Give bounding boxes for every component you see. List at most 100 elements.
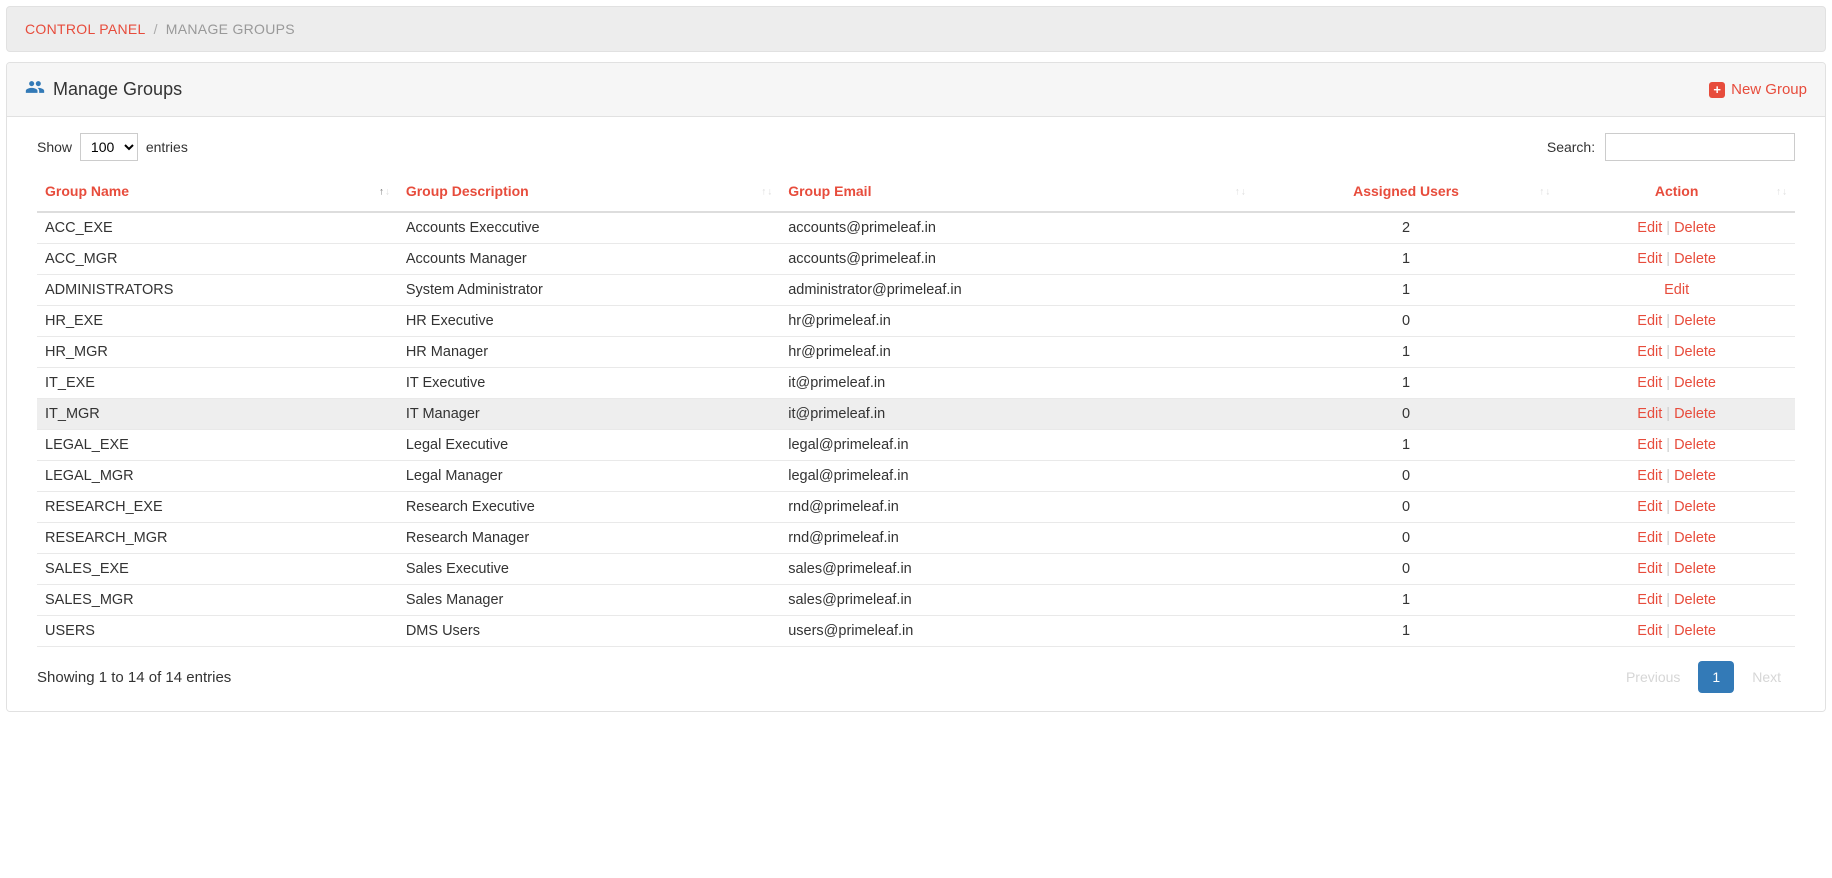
cell-group-name: ADMINISTRATORS xyxy=(37,275,398,306)
delete-link[interactable]: Delete xyxy=(1674,313,1716,329)
cell-group-description: Sales Manager xyxy=(398,585,780,616)
table-controls: Show 100 entries Search: xyxy=(37,133,1795,161)
cell-action: Edit|Delete xyxy=(1558,554,1795,585)
cell-group-email: it@primeleaf.in xyxy=(780,399,1254,430)
table-body: ACC_EXEAccounts Execcutiveaccounts@prime… xyxy=(37,212,1795,647)
search-control: Search: xyxy=(1547,133,1795,161)
cell-group-email: legal@primeleaf.in xyxy=(780,461,1254,492)
column-header[interactable]: Group Description ↑↓ xyxy=(398,173,780,212)
pagination: Previous 1 Next xyxy=(1612,661,1795,693)
edit-link[interactable]: Edit xyxy=(1637,375,1662,391)
edit-link[interactable]: Edit xyxy=(1637,313,1662,329)
panel-title: Manage Groups xyxy=(25,77,182,102)
cell-group-email: it@primeleaf.in xyxy=(780,368,1254,399)
manage-groups-panel: Manage Groups + New Group Show 100 entri… xyxy=(6,62,1826,712)
action-divider: | xyxy=(1666,406,1670,422)
pagination-page-1[interactable]: 1 xyxy=(1698,661,1734,693)
delete-link[interactable]: Delete xyxy=(1674,530,1716,546)
cell-group-email: rnd@primeleaf.in xyxy=(780,492,1254,523)
delete-link[interactable]: Delete xyxy=(1674,375,1716,391)
cell-group-description: Sales Executive xyxy=(398,554,780,585)
delete-link[interactable]: Delete xyxy=(1674,251,1716,267)
edit-link[interactable]: Edit xyxy=(1637,561,1662,577)
column-header[interactable]: Assigned Users↑↓ xyxy=(1254,173,1558,212)
sort-icon: ↑↓ xyxy=(1539,187,1550,198)
table-row: RESEARCH_MGRResearch Managerrnd@primelea… xyxy=(37,523,1795,554)
edit-link[interactable]: Edit xyxy=(1637,437,1662,453)
sort-icon: ↑↓ xyxy=(761,187,772,198)
action-divider: | xyxy=(1666,468,1670,484)
cell-group-name: ACC_MGR xyxy=(37,244,398,275)
cell-group-description: Legal Manager xyxy=(398,461,780,492)
delete-link[interactable]: Delete xyxy=(1674,623,1716,639)
search-label: Search: xyxy=(1547,139,1595,155)
column-header[interactable]: Group Email↑↓ xyxy=(780,173,1254,212)
delete-link[interactable]: Delete xyxy=(1674,344,1716,360)
cell-action: Edit xyxy=(1558,275,1795,306)
table-row: RESEARCH_EXEResearch Executivernd@primel… xyxy=(37,492,1795,523)
cell-action: Edit|Delete xyxy=(1558,212,1795,244)
breadcrumb: CONTROL PANEL / MANAGE GROUPS xyxy=(25,21,1807,37)
cell-group-description: HR Manager xyxy=(398,337,780,368)
pagination-previous[interactable]: Previous xyxy=(1612,661,1694,693)
table-row: HR_MGRHR Managerhr@primeleaf.in1Edit|Del… xyxy=(37,337,1795,368)
cell-assigned-users: 1 xyxy=(1254,275,1558,306)
cell-assigned-users: 1 xyxy=(1254,585,1558,616)
edit-link[interactable]: Edit xyxy=(1637,468,1662,484)
cell-group-description: Accounts Manager xyxy=(398,244,780,275)
action-divider: | xyxy=(1666,437,1670,453)
delete-link[interactable]: Delete xyxy=(1674,592,1716,608)
new-group-button[interactable]: + New Group xyxy=(1709,81,1807,98)
action-divider: | xyxy=(1666,561,1670,577)
cell-group-name: HR_EXE xyxy=(37,306,398,337)
cell-group-description: Accounts Execcutive xyxy=(398,212,780,244)
edit-link[interactable]: Edit xyxy=(1637,592,1662,608)
cell-action: Edit|Delete xyxy=(1558,306,1795,337)
edit-link[interactable]: Edit xyxy=(1664,282,1689,298)
search-input[interactable] xyxy=(1605,133,1795,161)
breadcrumb-parent-link[interactable]: CONTROL PANEL xyxy=(25,21,146,37)
column-label: Action xyxy=(1655,183,1699,199)
delete-link[interactable]: Delete xyxy=(1674,220,1716,236)
edit-link[interactable]: Edit xyxy=(1637,251,1662,267)
table-row: LEGAL_EXELegal Executivelegal@primeleaf.… xyxy=(37,430,1795,461)
column-header[interactable]: Action ↑↓ xyxy=(1558,173,1795,212)
edit-link[interactable]: Edit xyxy=(1637,344,1662,360)
table-row: ACC_EXEAccounts Execcutiveaccounts@prime… xyxy=(37,212,1795,244)
cell-group-name: SALES_EXE xyxy=(37,554,398,585)
cell-group-description: System Administrator xyxy=(398,275,780,306)
panel-header: Manage Groups + New Group xyxy=(7,63,1825,117)
delete-link[interactable]: Delete xyxy=(1674,468,1716,484)
length-suffix: entries xyxy=(146,139,188,155)
edit-link[interactable]: Edit xyxy=(1637,406,1662,422)
column-label: Group Description xyxy=(406,183,529,199)
cell-group-description: Research Manager xyxy=(398,523,780,554)
sort-icon: ↑↓ xyxy=(1776,187,1787,198)
users-icon xyxy=(25,77,45,102)
action-divider: | xyxy=(1666,251,1670,267)
action-divider: | xyxy=(1666,623,1670,639)
cell-group-email: users@primeleaf.in xyxy=(780,616,1254,647)
cell-group-name: SALES_MGR xyxy=(37,585,398,616)
column-header[interactable]: Group Name↑↓ xyxy=(37,173,398,212)
sort-icon: ↑↓ xyxy=(1235,187,1246,198)
edit-link[interactable]: Edit xyxy=(1637,499,1662,515)
pagination-next[interactable]: Next xyxy=(1738,661,1795,693)
cell-assigned-users: 1 xyxy=(1254,430,1558,461)
delete-link[interactable]: Delete xyxy=(1674,561,1716,577)
action-divider: | xyxy=(1666,499,1670,515)
cell-group-email: accounts@primeleaf.in xyxy=(780,212,1254,244)
panel-title-text: Manage Groups xyxy=(53,79,182,100)
edit-link[interactable]: Edit xyxy=(1637,530,1662,546)
new-group-label: New Group xyxy=(1731,81,1807,98)
delete-link[interactable]: Delete xyxy=(1674,437,1716,453)
edit-link[interactable]: Edit xyxy=(1637,623,1662,639)
delete-link[interactable]: Delete xyxy=(1674,499,1716,515)
cell-group-name: USERS xyxy=(37,616,398,647)
edit-link[interactable]: Edit xyxy=(1637,220,1662,236)
table-row: HR_EXEHR Executivehr@primeleaf.in0Edit|D… xyxy=(37,306,1795,337)
length-control: Show 100 entries xyxy=(37,133,188,161)
length-select[interactable]: 100 xyxy=(80,133,138,161)
action-divider: | xyxy=(1666,344,1670,360)
delete-link[interactable]: Delete xyxy=(1674,406,1716,422)
